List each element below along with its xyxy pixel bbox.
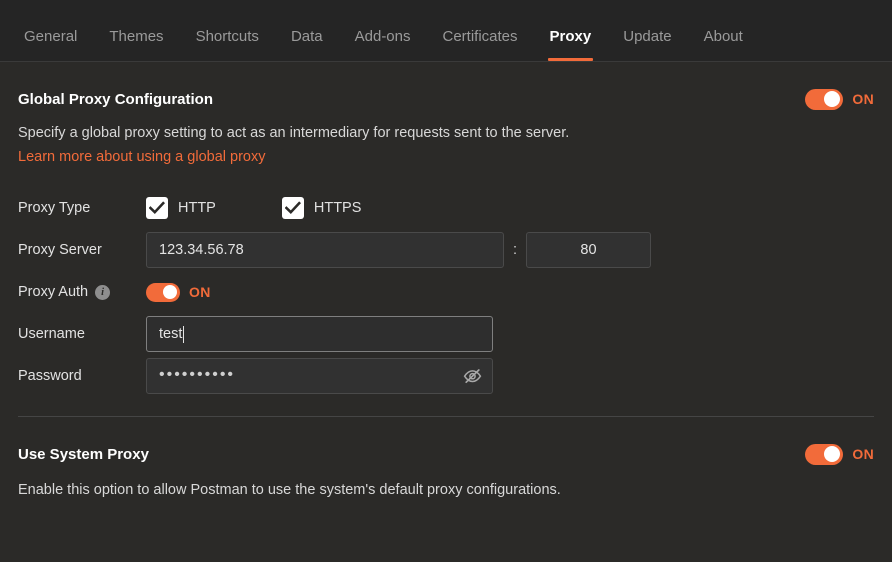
tab-update[interactable]: Update — [607, 29, 687, 61]
system-proxy-title: Use System Proxy — [18, 445, 149, 463]
eye-slash-icon[interactable] — [462, 366, 482, 386]
toggle-track — [805, 443, 844, 465]
tab-label: Update — [623, 28, 672, 45]
toggle-knob — [163, 285, 177, 299]
global-proxy-title: Global Proxy Configuration — [18, 90, 214, 108]
username-value: test — [159, 326, 183, 342]
tab-label: Shortcuts — [195, 28, 259, 45]
tab-add-ons[interactable]: Add-ons — [339, 29, 427, 61]
proxy-server-row: Proxy Server : — [18, 232, 874, 268]
proxy-server-label: Proxy Server — [18, 242, 102, 258]
global-proxy-header: Global Proxy Configuration ON — [18, 80, 874, 118]
tab-label: Proxy — [549, 28, 592, 45]
check-icon — [284, 201, 301, 215]
tab-label: Themes — [109, 28, 164, 45]
tab-about[interactable]: About — [688, 29, 759, 61]
password-row: Password •••••••••• — [18, 358, 874, 394]
toggle-state-label: ON — [189, 284, 211, 300]
password-value: •••••••••• — [159, 366, 236, 383]
proxy-port-input[interactable] — [526, 232, 651, 268]
system-proxy-toggle[interactable]: ON — [805, 443, 874, 465]
checkbox-box — [281, 197, 304, 219]
tab-label: Certificates — [442, 28, 518, 45]
username-input[interactable]: test — [146, 316, 493, 352]
system-proxy-description: Enable this option to allow Postman to u… — [18, 482, 561, 498]
proxy-host-input[interactable] — [146, 232, 504, 268]
tab-label: General — [24, 28, 78, 45]
section-divider — [18, 416, 874, 417]
system-proxy-header: Use System Proxy ON — [18, 435, 874, 473]
toggle-track — [146, 282, 180, 302]
toggle-track — [805, 88, 844, 110]
password-input[interactable]: •••••••••• — [146, 358, 493, 394]
proxy-auth-row: Proxy Auth i ON — [18, 274, 874, 310]
tab-label: Data — [290, 28, 323, 45]
proxy-settings-panel: Global Proxy Configuration ON Specify a … — [0, 80, 892, 501]
tab-certificates[interactable]: Certificates — [427, 29, 534, 61]
username-row: Username test — [18, 316, 874, 352]
text-caret — [183, 325, 185, 343]
checkbox-http[interactable]: HTTP — [146, 197, 216, 219]
info-icon[interactable]: i — [95, 284, 111, 300]
toggle-knob — [824, 91, 841, 107]
checkbox-https[interactable]: HTTPS — [281, 197, 362, 219]
checkbox-label: HTTPS — [313, 200, 362, 216]
tab-active-underline — [547, 58, 594, 61]
tab-proxy[interactable]: Proxy — [534, 29, 608, 61]
proxy-auth-label: Proxy Auth i — [18, 284, 146, 300]
toggle-state-label: ON — [852, 446, 874, 462]
host-port-separator: : — [512, 242, 518, 258]
proxy-form: Proxy Type HTTP HTTPS Proxy Server 123.3… — [18, 190, 874, 394]
settings-tab-bar: General Themes Shortcuts Data Add-ons Ce… — [0, 0, 892, 62]
tab-label: About — [703, 28, 743, 45]
tab-themes[interactable]: Themes — [93, 29, 179, 61]
tab-data[interactable]: Data — [275, 29, 339, 61]
checkbox-box — [146, 197, 168, 219]
toggle-state-label: ON — [852, 91, 874, 107]
proxy-type-row: Proxy Type HTTP HTTPS — [18, 190, 874, 226]
global-proxy-description: Specify a global proxy setting to act as… — [18, 125, 570, 141]
proxy-auth-toggle[interactable]: ON — [146, 282, 211, 302]
password-label: Password — [18, 368, 82, 384]
tab-general[interactable]: General — [8, 29, 93, 61]
global-proxy-learn-more-link[interactable]: Learn more about using a global proxy — [18, 146, 265, 168]
toggle-knob — [824, 446, 841, 462]
checkbox-label: HTTP — [178, 200, 216, 216]
tab-shortcuts[interactable]: Shortcuts — [180, 29, 275, 61]
tab-label: Add-ons — [354, 28, 411, 45]
global-proxy-toggle[interactable]: ON — [805, 88, 874, 110]
check-icon — [149, 201, 165, 215]
proxy-type-label: Proxy Type — [18, 200, 91, 216]
username-label: Username — [18, 326, 85, 342]
proxy-auth-label-text: Proxy Auth — [18, 284, 89, 300]
